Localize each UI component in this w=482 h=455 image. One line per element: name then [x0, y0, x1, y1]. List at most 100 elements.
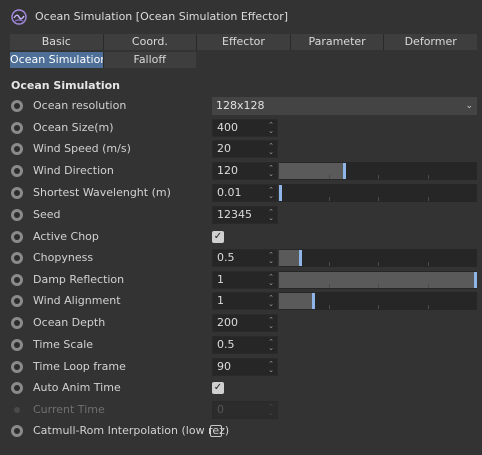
spinner-arrows-icon[interactable]: ⌃ ⌄	[267, 274, 275, 287]
field-value: 200	[217, 316, 238, 329]
slider-handle[interactable]	[279, 185, 282, 201]
tab-deformer[interactable]: Deformer	[384, 34, 477, 50]
wind-direction-slider[interactable]	[279, 162, 477, 180]
field-value: 0.01	[217, 186, 242, 199]
spinner-arrows-icon[interactable]: ⌃ ⌄	[267, 339, 275, 352]
spinner-arrows-icon[interactable]: ⌃ ⌄	[267, 143, 275, 156]
param-label: Shortest Wavelenght (m)	[33, 186, 171, 199]
wind-speed-field[interactable]: 20 ⌃ ⌄	[212, 140, 278, 158]
row-wind-speed: Wind Speed (m/s) 20 ⌃ ⌄	[0, 140, 482, 158]
ocean-effector-icon	[11, 9, 27, 25]
tab-basic[interactable]: Basic	[10, 34, 104, 50]
animate-radio-icon[interactable]	[11, 143, 23, 155]
auto-anim-time-checkbox[interactable]: ✓	[212, 382, 224, 394]
slider-tick	[329, 305, 330, 309]
field-value: 20	[217, 142, 231, 155]
spinner-arrows-icon[interactable]: ⌃ ⌄	[267, 295, 275, 308]
param-label: Wind Alignment	[33, 294, 121, 307]
animate-radio-icon[interactable]	[11, 231, 23, 243]
ocean-size-field[interactable]: 400 ⌃ ⌄	[212, 119, 278, 137]
section-title: Ocean Simulation	[11, 79, 121, 92]
animate-radio-icon[interactable]	[11, 339, 23, 351]
spinner-arrows-icon[interactable]: ⌃ ⌄	[267, 252, 275, 265]
tab-row-2: Ocean Simulation Falloff	[10, 52, 196, 68]
chevron-down-icon: ⌄	[465, 101, 473, 111]
ocean-depth-field[interactable]: 200 ⌃ ⌄	[212, 314, 278, 332]
field-value: 90	[217, 360, 231, 373]
shortest-wavelength-slider[interactable]	[279, 184, 477, 202]
param-label: Wind Speed (m/s)	[33, 142, 131, 155]
time-scale-field[interactable]: 0.5 ⌃ ⌄	[212, 336, 278, 354]
spinner-arrows-icon[interactable]: ⌃ ⌄	[267, 122, 275, 135]
slider-handle[interactable]	[343, 163, 346, 179]
shortest-wavelength-field[interactable]: 0.01 ⌃ ⌄	[212, 184, 278, 202]
damp-reflection-slider[interactable]	[279, 271, 477, 289]
animate-radio-icon[interactable]	[11, 425, 23, 437]
seed-field[interactable]: 12345 ⌃ ⌄	[212, 206, 278, 224]
row-ocean-depth: Ocean Depth 200 ⌃ ⌄	[0, 314, 482, 332]
catmull-rom-checkbox[interactable]	[210, 425, 222, 437]
spinner-arrows-icon[interactable]: ⌃ ⌄	[267, 209, 275, 222]
param-label: Ocean resolution	[33, 99, 127, 112]
wind-alignment-field[interactable]: 1 ⌃ ⌄	[212, 292, 278, 310]
slider-tick	[428, 262, 429, 266]
param-label: Auto Anim Time	[33, 381, 121, 394]
time-loop-frame-field[interactable]: 90 ⌃ ⌄	[212, 358, 278, 376]
animate-radio-icon[interactable]	[11, 165, 23, 177]
animate-radio-icon[interactable]	[11, 274, 23, 286]
animate-radio-icon[interactable]	[11, 209, 23, 221]
slider-tick	[329, 284, 330, 288]
ocean-resolution-dropdown[interactable]: 128x128 ⌄	[212, 97, 477, 115]
slider-tick	[378, 197, 379, 201]
row-current-time: Current Time 0 ⌃ ⌄	[0, 401, 482, 419]
slider-tick	[428, 175, 429, 179]
animate-radio-icon[interactable]	[11, 187, 23, 199]
spinner-arrows-icon[interactable]: ⌃ ⌄	[267, 361, 275, 374]
animate-radio-icon[interactable]	[11, 100, 23, 112]
chopyness-slider[interactable]	[279, 249, 477, 267]
animate-radio-icon[interactable]	[11, 252, 23, 264]
spinner-arrows-icon[interactable]: ⌃ ⌄	[267, 317, 275, 330]
row-wind-alignment: Wind Alignment 1 ⌃ ⌄	[0, 292, 482, 310]
tab-effector[interactable]: Effector	[197, 34, 291, 50]
tab-parameter[interactable]: Parameter	[290, 34, 385, 50]
animate-radio-icon[interactable]	[11, 382, 23, 394]
slider-handle[interactable]	[474, 272, 477, 288]
param-label: Wind Direction	[33, 164, 114, 177]
animate-radio-icon[interactable]	[11, 361, 23, 373]
damp-reflection-field[interactable]: 1 ⌃ ⌄	[212, 271, 278, 289]
tab-ocean-simulation[interactable]: Ocean Simulation	[10, 52, 104, 68]
param-label: Seed	[33, 208, 61, 221]
spinner-arrows-icon[interactable]: ⌃ ⌄	[267, 165, 275, 178]
row-shortest-wavelength: Shortest Wavelenght (m) 0.01 ⌃ ⌄	[0, 184, 482, 202]
spinner-arrows-icon[interactable]: ⌃ ⌄	[267, 187, 275, 200]
slider-fill	[279, 250, 299, 266]
animate-radio-icon[interactable]	[11, 295, 23, 307]
param-label: Ocean Depth	[33, 316, 106, 329]
active-chop-checkbox[interactable]: ✓	[212, 231, 224, 243]
param-label: Chopyness	[33, 251, 94, 264]
field-value: 0.5	[217, 338, 235, 351]
field-value: 12345	[217, 208, 252, 221]
chopyness-field[interactable]: 0.5 ⌃ ⌄	[212, 249, 278, 267]
slider-handle[interactable]	[312, 293, 315, 309]
tab-coord[interactable]: Coord.	[103, 34, 198, 50]
slider-tick	[378, 284, 379, 288]
row-seed: Seed 12345 ⌃ ⌄	[0, 206, 482, 224]
row-active-chop: Active Chop ✓	[0, 228, 482, 246]
slider-tick	[378, 262, 379, 266]
slider-tick	[428, 284, 429, 288]
param-label: Time Scale	[33, 338, 94, 351]
wind-alignment-slider[interactable]	[279, 292, 477, 310]
animate-radio-icon[interactable]	[11, 317, 23, 329]
row-catmull-rom: Catmull-Rom Interpolation (low rez)	[0, 422, 482, 440]
tab-falloff[interactable]: Falloff	[103, 52, 196, 68]
param-label: Current Time	[33, 403, 105, 416]
slider-tick	[428, 197, 429, 201]
slider-handle[interactable]	[299, 250, 302, 266]
wind-direction-field[interactable]: 120 ⌃ ⌄	[212, 162, 278, 180]
param-label: Ocean Size(m)	[33, 121, 114, 134]
slider-tick	[378, 175, 379, 179]
slider-tick	[428, 305, 429, 309]
animate-radio-icon[interactable]	[11, 122, 23, 134]
